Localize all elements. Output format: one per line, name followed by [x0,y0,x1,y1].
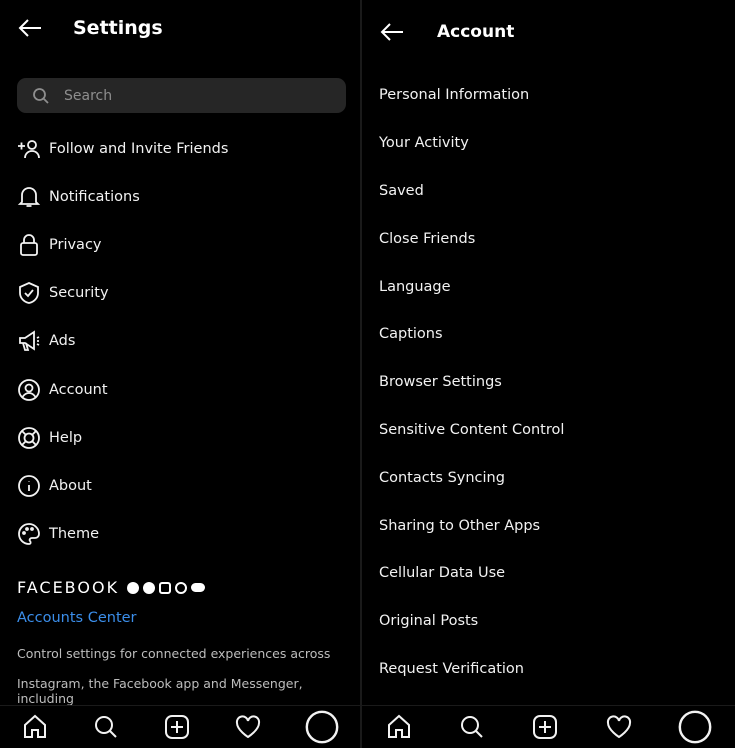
profile-icon[interactable] [678,710,712,744]
account-panel: Account Personal Information Your Activi… [362,0,735,748]
back-arrow-icon[interactable] [379,22,405,42]
accounts-center-description: Control settings for connected experienc… [17,646,331,661]
settings-item-follow[interactable]: Follow and Invite Friends [17,134,228,164]
account-item[interactable]: Sharing to Other Apps [379,514,540,538]
item-label: Privacy [49,237,102,253]
settings-item-help[interactable]: Help [17,423,82,453]
item-label: Help [49,430,83,446]
portal-icon [191,583,206,592]
account-item[interactable]: Sensitive Content Control [379,418,564,442]
page-title: Settings [73,17,163,39]
shield-icon [19,282,39,304]
heart-icon[interactable] [234,713,262,741]
account-item[interactable]: Contacts Syncing [379,466,505,490]
facebook-label: FACEBOOK [17,578,120,597]
account-item[interactable]: Close Friends [379,227,475,251]
settings-item-notifications[interactable]: Notifications [17,182,140,212]
bottom-nav [0,705,360,748]
settings-panel: Settings Search Follow and Invite Friend… [0,0,360,748]
messenger-icon [143,581,156,594]
account-item[interactable]: Saved [379,179,424,203]
facebook-icon [127,581,140,594]
search-input[interactable]: Search [17,78,346,113]
new-post-icon[interactable] [531,713,559,741]
settings-item-security[interactable]: Security [17,278,109,308]
search-icon[interactable] [458,713,486,741]
page-title: Account [437,22,515,42]
item-label: Theme [49,526,100,542]
settings-item-privacy[interactable]: Privacy [17,230,102,260]
item-label: About [49,478,92,494]
settings-item-account[interactable]: Account [17,375,108,405]
item-label: Security [49,285,109,301]
item-label: Follow and Invite Friends [49,141,229,157]
search-placeholder: Search [64,87,113,104]
home-icon[interactable] [385,713,413,741]
account-icon [18,379,40,401]
item-label: Ads [49,333,76,349]
bottom-nav [362,705,735,748]
instagram-icon [159,581,172,594]
back-arrow-icon[interactable] [17,18,43,38]
new-post-icon[interactable] [163,713,191,741]
whatsapp-icon [175,581,188,594]
palette-icon [18,523,40,545]
settings-item-ads[interactable]: Ads [17,326,75,356]
accounts-center-description-2: Instagram, the Facebook app and Messenge… [17,676,303,706]
info-icon [18,475,40,497]
lock-icon [20,234,38,256]
account-item[interactable]: Language [379,275,451,299]
settings-header: Settings [17,10,163,46]
add-person-icon [18,140,40,159]
lifebuoy-icon [18,427,40,449]
item-label: Notifications [49,189,140,205]
account-header: Account [379,14,514,50]
account-item[interactable]: Cellular Data Use [379,561,505,585]
facebook-brand: FACEBOOK [17,578,206,597]
profile-icon[interactable] [305,710,339,744]
account-item[interactable]: Your Activity [379,131,469,155]
account-item[interactable]: Browser Settings [379,370,502,394]
heart-icon[interactable] [605,713,633,741]
item-label: Account [49,382,108,398]
account-item[interactable]: Personal Information [379,83,529,107]
settings-item-about[interactable]: About [17,471,92,501]
home-icon[interactable] [21,713,49,741]
bell-icon [17,187,41,207]
account-item[interactable]: Original Posts [379,609,478,633]
accounts-center-link[interactable]: Accounts Center [17,610,137,626]
account-item[interactable]: Captions [379,322,443,346]
megaphone-icon [19,330,40,351]
search-icon [33,87,49,104]
settings-item-theme[interactable]: Theme [17,519,99,549]
search-icon[interactable] [92,713,120,741]
account-item[interactable]: Request Verification [379,657,524,681]
